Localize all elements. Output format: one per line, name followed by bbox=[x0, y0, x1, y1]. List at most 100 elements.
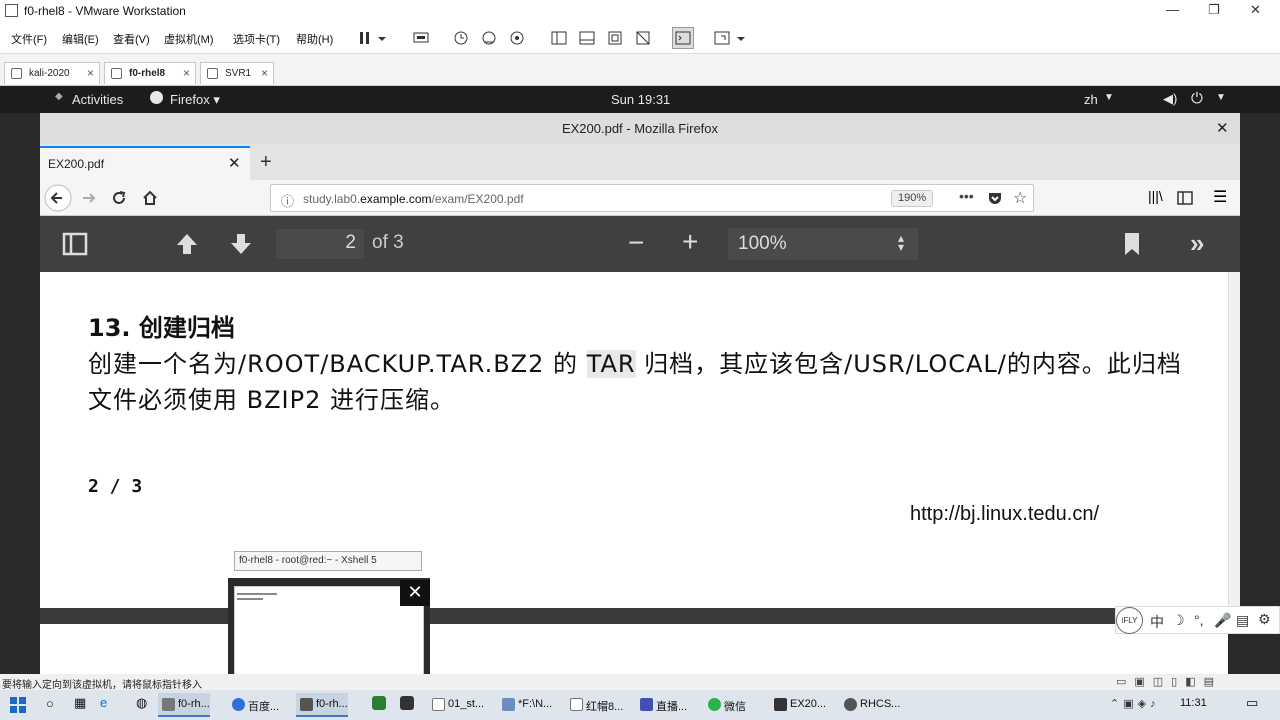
page-actions-icon[interactable]: ••• bbox=[959, 188, 974, 204]
previous-page-icon[interactable] bbox=[174, 231, 200, 257]
microphone-icon[interactable]: 🎤 bbox=[1214, 612, 1231, 629]
task-ex200[interactable]: EX20... bbox=[770, 693, 826, 717]
tools-expand-icon[interactable]: » bbox=[1190, 228, 1204, 259]
task-notepad[interactable]: *F:\N... bbox=[498, 693, 552, 717]
pause-dropdown-icon[interactable] bbox=[376, 29, 388, 47]
task-live[interactable]: 直播... bbox=[636, 693, 687, 717]
minimize-icon[interactable]: — bbox=[1166, 2, 1179, 17]
zoom-in-icon[interactable]: + bbox=[682, 226, 698, 258]
scale-select[interactable]: 100% ▴ ▾ bbox=[728, 228, 918, 260]
sidebar-toggle-icon[interactable] bbox=[62, 232, 88, 256]
pdf-scrollbar[interactable] bbox=[1228, 272, 1240, 608]
volume-icon[interactable]: ◀) bbox=[1163, 91, 1177, 107]
zoom-out-icon[interactable]: − bbox=[628, 227, 644, 259]
back-icon[interactable] bbox=[44, 184, 72, 212]
close-tab-icon[interactable]: × bbox=[183, 66, 190, 80]
activities-button[interactable]: Activities bbox=[72, 92, 123, 107]
input-language[interactable]: zh bbox=[1084, 92, 1098, 107]
pinned-green-app-icon[interactable] bbox=[372, 696, 386, 710]
url-bar[interactable]: ⓘ study.lab0.example.com/exam/EX200.pdf … bbox=[270, 184, 1034, 212]
unity-icon[interactable] bbox=[634, 29, 652, 47]
app-menu[interactable]: Firefox ▾ bbox=[170, 92, 220, 108]
send-keys-icon[interactable] bbox=[412, 29, 430, 47]
url-text: study.lab0.example.com/exam/EX200.pdf bbox=[303, 192, 524, 206]
ime-logo[interactable]: iFLY bbox=[1116, 607, 1143, 634]
task-view-icon[interactable]: ▦ bbox=[74, 695, 86, 711]
close-preview-icon[interactable]: ✕ bbox=[400, 580, 430, 606]
pinned-app-icon[interactable]: ◍ bbox=[136, 695, 147, 711]
library-icon[interactable]: |||\ bbox=[1148, 188, 1163, 204]
tab-kali-2020[interactable]: kali-2020 × bbox=[4, 62, 100, 84]
close-icon[interactable]: ✕ bbox=[1250, 2, 1261, 18]
power-icon[interactable]: ⏻ bbox=[1191, 90, 1203, 107]
vm-icon bbox=[207, 68, 218, 79]
sidebar-icon[interactable] bbox=[1176, 189, 1194, 207]
tab-svr1[interactable]: SVR1 × bbox=[200, 62, 274, 84]
fullscreen-icon[interactable] bbox=[606, 29, 624, 47]
taskbar-clock[interactable]: 11:31 bbox=[1180, 697, 1207, 709]
settings-gear-icon[interactable]: ⚙ bbox=[1258, 611, 1271, 628]
menu-tabs[interactable]: 选项卡(T) bbox=[233, 31, 280, 47]
snapshot-icon[interactable] bbox=[452, 29, 470, 47]
next-page-icon[interactable] bbox=[228, 231, 254, 257]
snapshot-manager-icon[interactable] bbox=[508, 29, 526, 47]
stretch-dropdown-icon[interactable] bbox=[735, 29, 747, 47]
thumbnail-bar-icon[interactable] bbox=[578, 29, 596, 47]
windows-start-icon[interactable] bbox=[10, 697, 26, 713]
task-rhcsa[interactable]: RHCS... bbox=[840, 693, 900, 717]
ime-mode[interactable]: 中 bbox=[1150, 612, 1164, 632]
vmware-menu-bar: 文件(F) 编辑(E) 查看(V) 虚拟机(M) 选项卡(T) 帮助(H) bbox=[0, 22, 1280, 54]
close-tab-icon[interactable]: ✕ bbox=[228, 154, 241, 172]
new-tab-icon[interactable]: + bbox=[260, 151, 272, 174]
info-icon[interactable]: ⓘ bbox=[281, 191, 294, 210]
device-status-icons[interactable]: ▭▣◫▯◧▤ bbox=[1116, 675, 1222, 688]
menu-help[interactable]: 帮助(H) bbox=[296, 31, 333, 47]
menu-hamburger-icon[interactable]: ☰ bbox=[1213, 187, 1227, 207]
task-redhat8[interactable]: 红帽8... bbox=[566, 693, 623, 717]
reload-icon[interactable] bbox=[110, 189, 128, 207]
bookmark-icon[interactable] bbox=[1122, 231, 1142, 257]
vmware-title-bar: f0-rhel8 - VMware Workstation — ❐ ✕ bbox=[0, 0, 1280, 22]
search-icon[interactable]: ○ bbox=[46, 696, 54, 711]
clock[interactable]: Sun 19:31 bbox=[611, 92, 670, 107]
pinned-terminal-icon[interactable] bbox=[400, 696, 414, 710]
page-number-input[interactable]: 2 bbox=[276, 229, 364, 259]
task-vmware[interactable]: f0-rh... bbox=[158, 693, 210, 717]
pause-icon[interactable] bbox=[356, 29, 374, 47]
close-tab-icon[interactable]: × bbox=[87, 66, 94, 80]
pocket-icon[interactable] bbox=[987, 190, 1003, 206]
keyboard-icon[interactable]: ▤ bbox=[1236, 612, 1249, 629]
revert-snapshot-icon[interactable] bbox=[480, 29, 498, 47]
vm-icon bbox=[11, 68, 22, 79]
tab-f0-rhel8[interactable]: f0-rhel8 × bbox=[104, 62, 196, 84]
menu-vm[interactable]: 虚拟机(M) bbox=[164, 31, 214, 47]
notification-icon[interactable]: ▭ bbox=[1246, 695, 1258, 711]
sidebar-toggle-icon[interactable] bbox=[550, 29, 568, 47]
close-window-icon[interactable]: ✕ bbox=[1216, 119, 1229, 137]
punctuation-icon[interactable]: °, bbox=[1194, 612, 1204, 628]
menu-edit[interactable]: 编辑(E) bbox=[62, 31, 99, 47]
pdf-line-1: 创建一个名为/ROOT/BACKUP.TAR.BZ2 的 TAR 归档，其应该包… bbox=[88, 350, 1182, 378]
moon-icon[interactable]: ☽ bbox=[1172, 612, 1185, 629]
firefox-tab-ex200[interactable]: EX200.pdf ✕ bbox=[40, 146, 250, 180]
stretch-icon[interactable] bbox=[713, 29, 731, 47]
maximize-icon[interactable]: ❐ bbox=[1208, 2, 1220, 18]
menu-view[interactable]: 查看(V) bbox=[113, 31, 150, 47]
task-baidu[interactable]: 百度... bbox=[228, 693, 279, 717]
task-01-st[interactable]: 01_st... bbox=[428, 693, 484, 717]
close-tab-icon[interactable]: × bbox=[261, 66, 268, 80]
forward-icon[interactable] bbox=[80, 189, 98, 207]
task-xshell[interactable]: f0-rh... bbox=[296, 693, 348, 717]
zoom-badge[interactable]: 190% bbox=[891, 190, 934, 207]
home-icon[interactable] bbox=[141, 189, 159, 207]
console-view-icon[interactable] bbox=[672, 27, 694, 49]
bookmark-star-icon[interactable]: ☆ bbox=[1013, 188, 1027, 208]
menu-file[interactable]: 文件(F) bbox=[11, 31, 47, 47]
task-wechat[interactable]: 微信 bbox=[704, 693, 746, 717]
edge-icon[interactable]: e bbox=[100, 695, 107, 710]
tray-icons[interactable]: ⌃▣◈♪ bbox=[1110, 697, 1160, 710]
vmware-app-icon bbox=[5, 4, 18, 17]
firefox-window-title: EX200.pdf - Mozilla Firefox bbox=[561, 121, 719, 136]
xshell-thumbnail-content[interactable] bbox=[234, 586, 424, 686]
chevron-down-icon: ▼ bbox=[1104, 92, 1114, 103]
